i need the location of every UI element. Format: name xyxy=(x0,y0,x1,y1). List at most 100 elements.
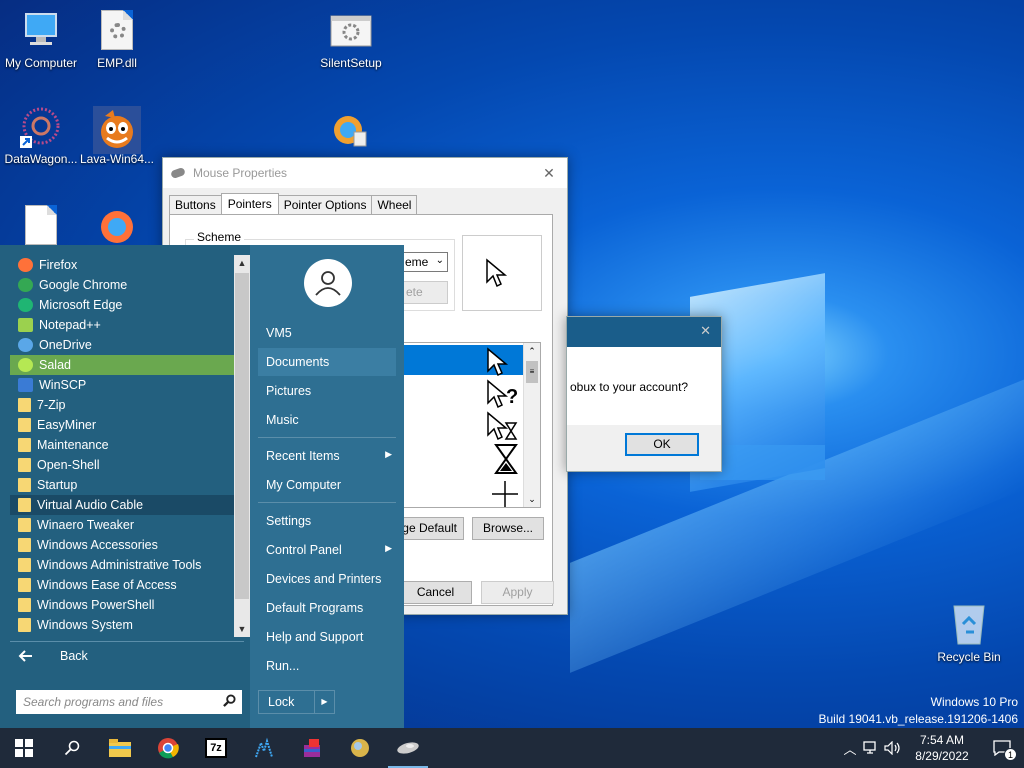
archive-app-icon xyxy=(304,739,320,757)
taskbar-salad[interactable] xyxy=(336,728,384,768)
tab-pointer-options[interactable]: Pointer Options xyxy=(277,195,373,214)
program-item[interactable]: WinSCP xyxy=(10,375,234,395)
program-item[interactable]: Maintenance xyxy=(10,435,234,455)
program-item[interactable]: Notepad++ xyxy=(10,315,234,335)
scheme-select[interactable]: eme ⌄ xyxy=(402,252,448,272)
programs-scrollbar[interactable]: ▲ ▼ xyxy=(234,255,250,637)
volume-icon[interactable] xyxy=(882,741,904,755)
taskbar-search-button[interactable] xyxy=(48,728,96,768)
program-item[interactable]: Windows PowerShell xyxy=(10,595,234,615)
mouse-properties-titlebar[interactable]: Mouse Properties ✕ xyxy=(163,158,567,188)
edge-icon xyxy=(18,298,33,312)
desktop-icon-datawagon[interactable]: DataWagon... xyxy=(0,106,82,166)
desktop-icon-label: EMP.dll xyxy=(97,56,137,70)
program-label: Windows System xyxy=(37,618,133,632)
program-item[interactable]: Google Chrome xyxy=(10,275,234,295)
place-music[interactable]: Music xyxy=(266,413,396,427)
desktop-icon-emp-dll[interactable]: EMP.dll xyxy=(76,10,158,70)
place-help-support[interactable]: Help and Support xyxy=(266,630,396,644)
place-default-programs[interactable]: Default Programs xyxy=(266,601,396,615)
crash-bandicoot-icon xyxy=(93,106,141,154)
action-center-icon[interactable]: 1 xyxy=(980,740,1024,761)
dll-file-icon xyxy=(96,10,138,52)
taskbar-winrar[interactable] xyxy=(288,728,336,768)
scroll-down-arrow[interactable]: ⌄ xyxy=(524,491,540,507)
program-item[interactable]: OneDrive xyxy=(10,335,234,355)
setup-file-icon xyxy=(330,10,372,52)
chevron-right-icon: ▶ xyxy=(385,449,392,459)
folder-icon xyxy=(109,739,131,757)
installer-icon xyxy=(330,110,372,152)
taskbar-mouse-properties[interactable] xyxy=(384,728,432,768)
place-run[interactable]: Run... xyxy=(266,659,396,673)
program-item[interactable]: Open-Shell xyxy=(10,455,234,475)
delete-button[interactable]: ete xyxy=(402,281,448,304)
program-item[interactable]: Salad xyxy=(10,355,234,375)
browse-button[interactable]: Browse... xyxy=(472,517,544,540)
folder-icon xyxy=(18,458,31,472)
program-item[interactable]: Firefox xyxy=(10,255,234,275)
scroll-up-arrow[interactable]: ⌃ xyxy=(524,343,540,359)
clock[interactable]: 7:54 AM 8/29/2022 xyxy=(904,732,980,764)
place-my-computer[interactable]: My Computer xyxy=(266,478,396,492)
confirm-dialog-titlebar[interactable]: ✕ xyxy=(567,317,721,347)
use-default-button[interactable]: ge Default xyxy=(400,517,464,540)
desktop-icon-firefox-setup[interactable] xyxy=(76,205,158,247)
program-item[interactable]: Microsoft Edge xyxy=(10,295,234,315)
apply-button[interactable]: Apply xyxy=(481,581,554,604)
tab-wheel[interactable]: Wheel xyxy=(371,195,418,214)
normal-select-cursor-icon xyxy=(487,347,509,377)
place-recent-items[interactable]: Recent Items ▶ xyxy=(266,449,396,463)
scroll-down-arrow[interactable]: ▼ xyxy=(234,621,250,637)
cancel-button[interactable]: Cancel xyxy=(399,581,472,604)
start-button[interactable] xyxy=(0,728,48,768)
place-documents[interactable]: Documents xyxy=(258,348,396,376)
clock-time: 7:54 AM xyxy=(919,733,965,747)
taskbar-file-explorer[interactable] xyxy=(96,728,144,768)
user-avatar[interactable] xyxy=(304,259,352,307)
program-item[interactable]: Startup xyxy=(10,475,234,495)
back-button[interactable]: Back xyxy=(18,649,88,663)
network-icon[interactable] xyxy=(860,741,882,755)
desktop-icon-installer[interactable] xyxy=(310,110,392,150)
scroll-up-arrow[interactable]: ▲ xyxy=(234,255,250,271)
program-label: Firefox xyxy=(39,258,78,272)
lock-button[interactable]: Lock ▶ xyxy=(258,690,335,714)
taskbar-easyminer[interactable] xyxy=(240,728,288,768)
places-divider xyxy=(258,502,396,503)
place-settings[interactable]: Settings xyxy=(266,514,396,528)
taskbar-chrome[interactable] xyxy=(144,728,192,768)
desktop-icon-my-computer[interactable]: My Computer xyxy=(0,10,82,70)
desktop-icon-lava-win64[interactable]: Lava-Win64... xyxy=(76,106,158,166)
program-item[interactable]: 7-Zip xyxy=(10,395,234,415)
precision-select-cursor-icon xyxy=(492,481,518,507)
search-input[interactable]: Search programs and files xyxy=(16,690,242,714)
ok-button[interactable]: OK xyxy=(625,433,699,456)
salad-icon xyxy=(18,358,33,372)
place-control-panel[interactable]: Control Panel ▶ xyxy=(266,543,396,557)
taskbar-7zip[interactable]: 7z xyxy=(192,728,240,768)
program-item[interactable]: Winaero Tweaker xyxy=(10,515,234,535)
program-label: Maintenance xyxy=(37,438,109,452)
desktop-icon-file[interactable] xyxy=(0,205,82,247)
program-item[interactable]: Windows Administrative Tools xyxy=(10,555,234,575)
program-item[interactable]: Windows System xyxy=(10,615,234,635)
show-hidden-icons-chevron-icon[interactable]: ︿ xyxy=(840,739,860,758)
close-button[interactable]: ✕ xyxy=(531,165,567,182)
close-button[interactable]: ✕ xyxy=(700,323,711,339)
pointer-list-scrollbar[interactable]: ⌃ ≡ ⌄ xyxy=(523,343,540,507)
tab-buttons[interactable]: Buttons xyxy=(169,195,222,214)
program-item[interactable]: EasyMiner xyxy=(10,415,234,435)
lock-options-chevron-icon[interactable]: ▶ xyxy=(314,691,334,713)
scroll-thumb[interactable] xyxy=(235,273,249,599)
scroll-thumb[interactable]: ≡ xyxy=(526,361,538,383)
program-item[interactable]: Windows Accessories xyxy=(10,535,234,555)
desktop-icon-recycle-bin[interactable]: Recycle Bin xyxy=(928,602,1010,664)
place-devices-printers[interactable]: Devices and Printers xyxy=(266,572,396,586)
program-item[interactable]: Virtual Audio Cable xyxy=(10,495,234,515)
place-user[interactable]: VM5 xyxy=(266,326,396,340)
program-item[interactable]: Windows Ease of Access xyxy=(10,575,234,595)
place-pictures[interactable]: Pictures xyxy=(266,384,396,398)
desktop-icon-silentsetup[interactable]: SilentSetup xyxy=(310,10,392,70)
tab-pointers[interactable]: Pointers xyxy=(220,193,279,214)
